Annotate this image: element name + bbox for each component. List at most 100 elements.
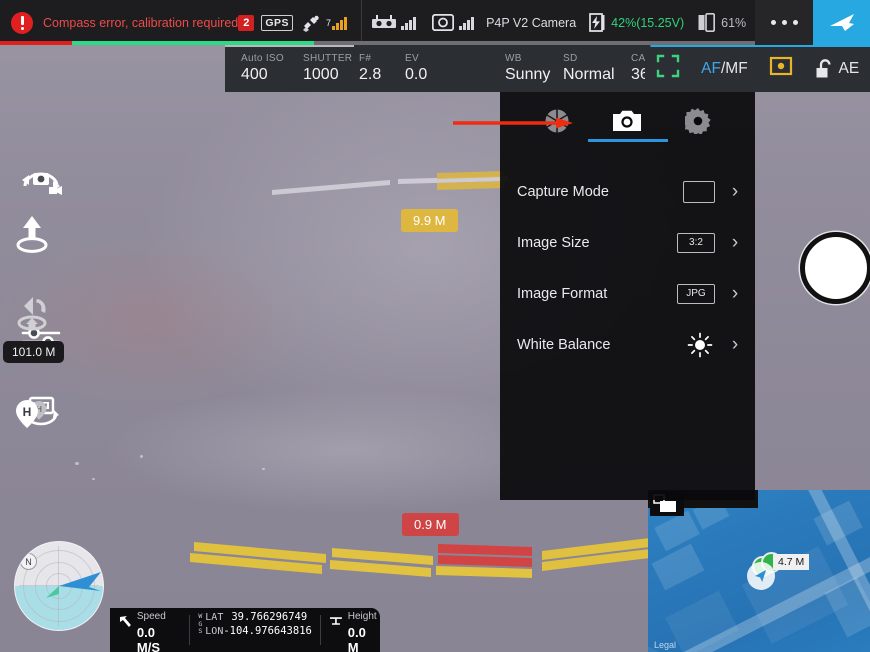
chevron-right-icon: › — [731, 334, 739, 355]
obstacle-bars-upper-yellow — [437, 171, 505, 190]
camera-link-icon — [432, 14, 455, 31]
lat-value: 39.766296749 — [231, 611, 308, 623]
distance-tag-bottom: 0.9 M — [402, 513, 459, 536]
param-value: 400 — [241, 66, 268, 83]
home-point-button[interactable]: H H — [13, 395, 51, 437]
ae-lock-button[interactable]: AE — [815, 58, 860, 80]
settings-row-capture-mode[interactable]: Capture Mode › — [500, 166, 755, 217]
white-balance-value — [685, 332, 715, 358]
more-options-button[interactable] — [755, 0, 813, 45]
svg-text:H: H — [23, 405, 32, 419]
home-marker-icon: H H — [16, 400, 47, 428]
gear-icon — [684, 107, 711, 134]
top-status-bar: Compass error, calibration required 2 GP… — [0, 0, 755, 45]
airplane-icon — [829, 13, 854, 31]
aircraft-battery-icon — [588, 13, 606, 32]
param-value: 2.8 — [359, 66, 382, 83]
map-legal-label: Legal — [654, 640, 677, 650]
fly-mode-button[interactable] — [813, 0, 870, 45]
active-tab-underline — [588, 139, 668, 142]
rc-battery-value: 61% — [721, 15, 747, 30]
param-aperture[interactable]: F# 2.8 — [359, 45, 405, 92]
chevron-right-icon: › — [731, 283, 739, 304]
divider — [361, 0, 363, 45]
ae-lock-label: AE — [838, 59, 860, 77]
return-home-icon — [17, 297, 47, 331]
param-value: 0.0 — [405, 66, 428, 83]
camera-icon — [613, 110, 642, 131]
battery-level-strip — [0, 41, 755, 45]
distance-tag-top: 9.9 M — [401, 209, 458, 232]
switch-capture-icon — [22, 172, 62, 195]
height-value: 0.0 M — [347, 625, 366, 652]
sun-icon — [687, 332, 713, 357]
metering-frame-button[interactable] — [656, 54, 680, 83]
speed-icon — [119, 616, 131, 627]
param-auto-iso[interactable]: Auto ISO 400 — [241, 45, 303, 92]
lon-value: -104.976643816 — [223, 625, 312, 637]
camera-mode-controls: AF/MF AE — [645, 45, 870, 92]
satellite-signal-bars — [332, 15, 348, 30]
chevron-right-icon: › — [731, 232, 739, 253]
telemetry-bar: Speed 0.0 M/S WGS LAT 39.766296749 LON -… — [110, 608, 380, 652]
param-label: WB — [505, 53, 522, 64]
gps-label: GPS — [261, 14, 294, 31]
settings-row-image-format[interactable]: Image Format JPG › — [500, 268, 755, 319]
takeoff-button[interactable] — [13, 214, 51, 256]
height-icon — [329, 617, 342, 625]
mini-map[interactable]: 4.7 M Legal — [648, 490, 870, 652]
photo-video-toggle-button[interactable] — [0, 160, 82, 206]
parameter-bar-top-accent — [225, 45, 870, 47]
battery-remaining-segment — [72, 41, 314, 45]
param-sd[interactable]: SD Normal — [563, 45, 631, 92]
image-size-value: 3:2 — [677, 232, 715, 253]
row-label: White Balance — [517, 336, 611, 353]
battery-critical-segment — [0, 41, 72, 45]
param-label: F# — [359, 53, 372, 64]
satellite-signal-level: 7 — [326, 17, 332, 28]
rc-signal-bars — [401, 15, 417, 30]
altitude-readout: 101.0 M — [3, 341, 65, 363]
warning-message: Compass error, calibration required — [43, 15, 239, 30]
shutter-button[interactable] — [800, 232, 870, 304]
tab-camera[interactable] — [610, 104, 644, 138]
camera-name-label: P4P V2 Camera — [486, 15, 577, 30]
spot-metering-button[interactable] — [769, 54, 793, 83]
settings-row-image-size[interactable]: Image Size 3:2 › — [500, 217, 755, 268]
chevron-right-icon: › — [731, 181, 739, 202]
attitude-radar[interactable]: N — [14, 541, 104, 631]
telemetry-speed: Speed 0.0 M/S — [110, 605, 181, 652]
divider — [319, 615, 321, 645]
param-label: Auto ISO — [241, 53, 284, 64]
focus-mode-af: AF — [701, 59, 721, 77]
height-label: Height — [347, 611, 377, 622]
row-label: Capture Mode — [517, 183, 609, 200]
focus-mode-mf: MF — [725, 59, 748, 77]
satellite-icon — [302, 14, 322, 32]
return-to-home-button[interactable] — [13, 294, 51, 336]
focus-frame-icon — [656, 54, 679, 78]
param-label: SD — [563, 53, 578, 64]
param-label: SHUTTER — [303, 53, 353, 64]
focus-mode-button[interactable]: AF/MF — [701, 60, 748, 78]
camera-settings-panel: Capture Mode › Image Size 3:2 › Image Fo… — [500, 92, 755, 500]
param-value: Normal — [563, 66, 615, 83]
param-value: Sunny — [505, 66, 551, 83]
drone-heading-icon — [755, 570, 766, 582]
param-wb[interactable]: WB Sunny — [505, 45, 563, 92]
capture-mode-value-box — [683, 180, 715, 203]
speed-value: 0.0 M/S — [136, 625, 161, 652]
divider — [189, 615, 191, 645]
param-ev[interactable]: EV 0.0 — [405, 45, 505, 92]
tab-settings[interactable] — [681, 104, 715, 138]
settings-row-white-balance[interactable]: White Balance › — [500, 319, 755, 370]
speed-label: Speed — [136, 611, 166, 622]
map-distance-tag: 4.7 M — [773, 554, 810, 570]
spot-meter-icon — [770, 56, 793, 76]
param-label: EV — [405, 53, 419, 64]
param-shutter[interactable]: SHUTTER 1000 — [303, 45, 359, 92]
map-drone-marker — [747, 562, 775, 590]
lon-label: LON — [205, 626, 224, 637]
row-label: Image Size — [517, 234, 590, 251]
telemetry-coordinates: WGS LAT 39.766296749 LON -104.976643816 — [198, 605, 312, 652]
